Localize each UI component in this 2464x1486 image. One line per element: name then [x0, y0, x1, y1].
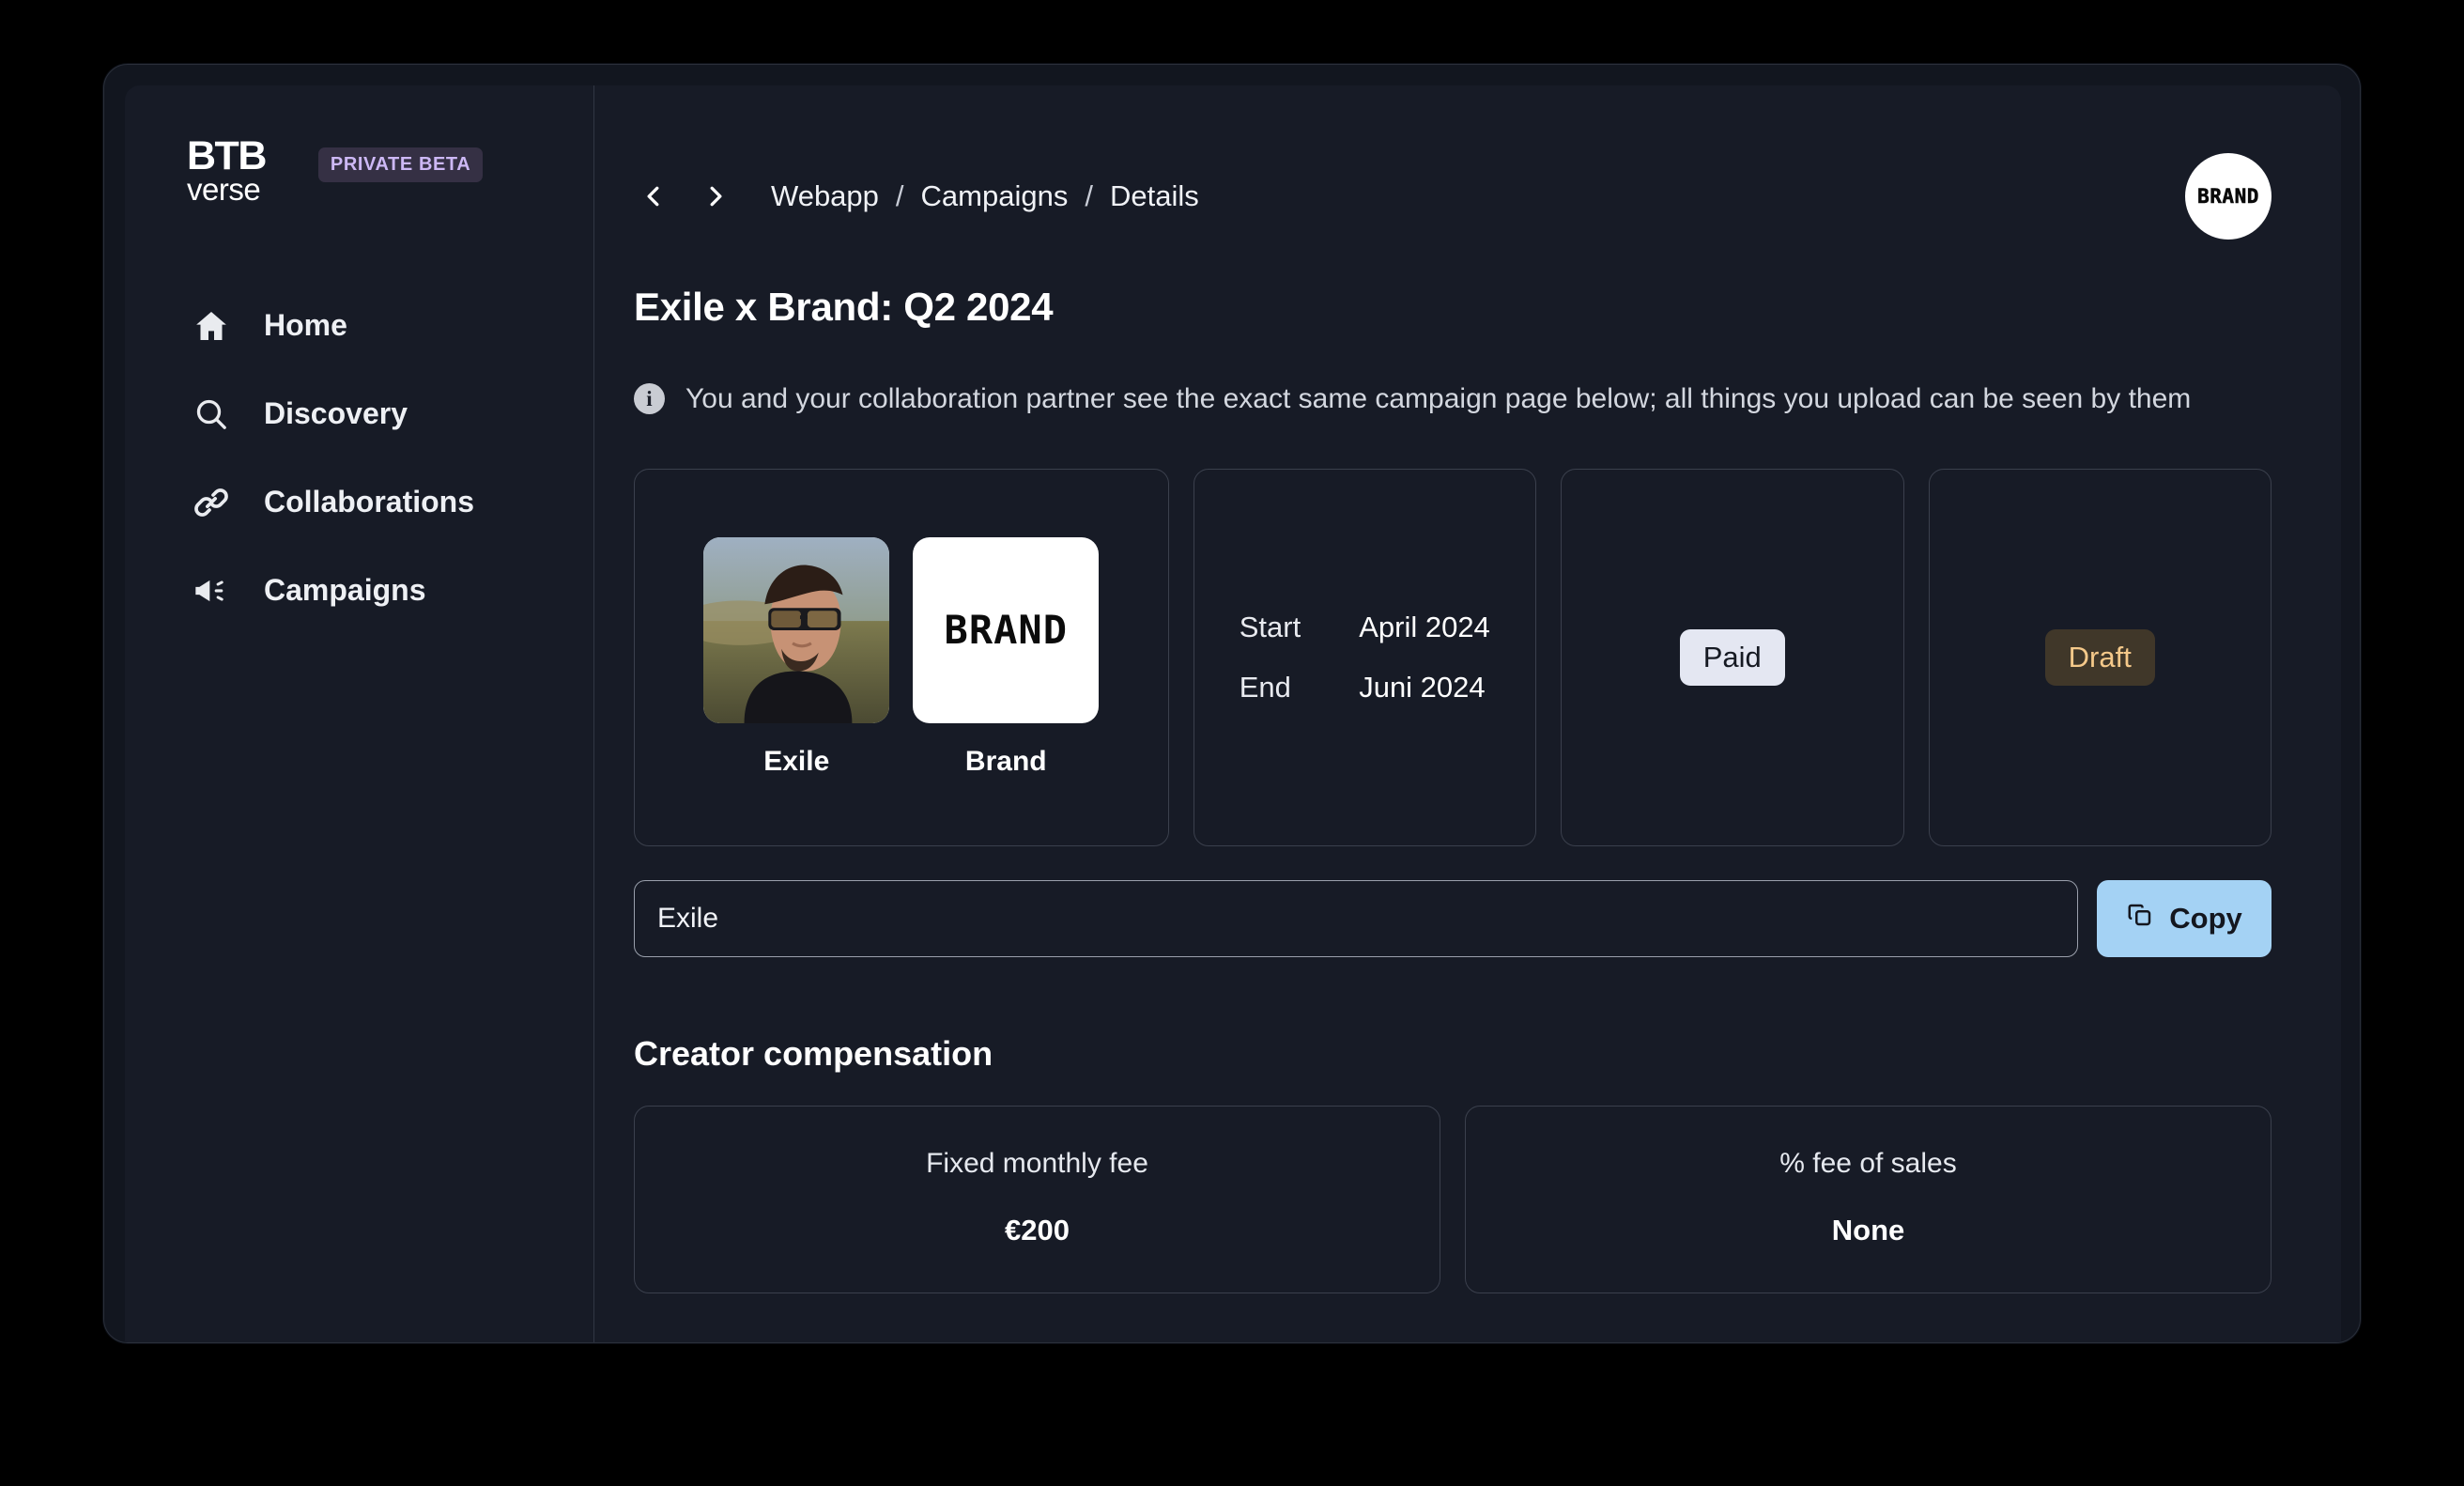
compensation-fixed-fee-card: Fixed monthly fee €200 — [634, 1105, 1440, 1293]
summary-cards: Exile BRAND Brand Start April 2024 End J… — [634, 468, 2272, 846]
info-banner-text: You and your collaboration partner see t… — [685, 383, 2192, 414]
info-banner: i You and your collaboration partner see… — [634, 379, 2272, 420]
logo-bottom-text: verse — [187, 171, 261, 207]
start-label: Start — [1239, 610, 1301, 643]
breadcrumb-item-details[interactable]: Details — [1110, 179, 1199, 213]
link-icon — [191, 482, 232, 523]
copy-button-label: Copy — [2169, 901, 2242, 935]
partners-card: Exile BRAND Brand — [634, 468, 1169, 846]
breadcrumb-item-campaigns[interactable]: Campaigns — [921, 179, 1069, 213]
avatar[interactable]: BRAND — [2185, 153, 2272, 240]
main-content: Webapp / Campaigns / Details BRAND Exile… — [594, 85, 2341, 1342]
sidebar-item-home[interactable]: Home — [125, 302, 593, 350]
dates-grid: Start April 2024 End Juni 2024 — [1240, 611, 1490, 704]
logo-top-text: BTB — [187, 133, 267, 178]
end-value: Juni 2024 — [1359, 670, 1486, 704]
sidebar-item-label: Collaborations — [264, 485, 475, 519]
partner-creator[interactable]: Exile — [703, 536, 890, 778]
share-input[interactable] — [634, 879, 2078, 957]
home-icon — [191, 305, 232, 347]
avatar-label: BRAND — [2197, 185, 2259, 209]
dates-card: Start April 2024 End Juni 2024 — [1193, 468, 1537, 846]
forward-chevron-icon[interactable] — [696, 177, 735, 216]
app-window: BTB verse PRIVATE BETA Home Discovery Co… — [125, 85, 2341, 1342]
breadcrumb-separator: / — [1085, 179, 1093, 212]
sidebar-item-label: Discovery — [264, 396, 408, 431]
search-icon — [191, 394, 232, 435]
creator-compensation-heading: Creator compensation — [634, 1033, 993, 1073]
partner-name: Brand — [964, 745, 1047, 777]
start-value: April 2024 — [1359, 610, 1490, 643]
compensation-label: % fee of sales — [1779, 1147, 1957, 1179]
breadcrumb: Webapp / Campaigns / Details — [771, 179, 1199, 213]
partner-list: Exile BRAND Brand — [703, 536, 1100, 778]
status-badge-paid: Paid — [1679, 628, 1785, 686]
sidebar-item-collaborations[interactable]: Collaborations — [125, 478, 593, 527]
brand-logo-text: BRAND — [944, 607, 1068, 653]
sidebar-item-discovery[interactable]: Discovery — [125, 390, 593, 439]
app-window-frame: BTB verse PRIVATE BETA Home Discovery Co… — [103, 64, 2361, 1343]
sidebar-item-campaigns[interactable]: Campaigns — [125, 566, 593, 615]
creator-portrait-photo — [703, 536, 890, 723]
sidebar-item-label: Home — [264, 308, 347, 343]
private-beta-badge: PRIVATE BETA — [317, 147, 484, 182]
breadcrumb-item-webapp[interactable]: Webapp — [771, 179, 879, 213]
copy-button[interactable]: Copy — [2097, 879, 2272, 957]
compensation-value: None — [1831, 1213, 1905, 1246]
breadcrumb-separator: / — [895, 179, 904, 212]
stage-status-card: Draft — [1928, 468, 2272, 846]
info-icon: i — [634, 383, 665, 415]
page-body: Exile x Brand: Q2 2024 i You and your co… — [594, 285, 2341, 1293]
back-chevron-icon[interactable] — [634, 177, 673, 216]
partner-name: Exile — [763, 745, 830, 777]
share-link-row: Copy — [634, 879, 2272, 957]
page-title: Exile x Brand: Q2 2024 — [634, 285, 1054, 329]
brand-logo: BRAND — [913, 536, 1100, 723]
sidebar-item-label: Campaigns — [264, 573, 426, 608]
sidebar-header: BTB verse PRIVATE BETA — [125, 119, 593, 207]
sidebar-nav: Home Discovery Collaborations Campaigns — [125, 302, 593, 615]
copy-icon — [2126, 901, 2154, 936]
partner-brand[interactable]: BRAND Brand — [913, 536, 1100, 778]
compensation-cards: Fixed monthly fee €200 % fee of sales No… — [634, 1105, 2272, 1293]
sidebar: BTB verse PRIVATE BETA Home Discovery Co… — [125, 85, 594, 1342]
top-bar: Webapp / Campaigns / Details BRAND — [594, 85, 2341, 240]
history-nav — [634, 177, 735, 216]
compensation-value: €200 — [1005, 1213, 1070, 1246]
status-badge-draft: Draft — [2044, 628, 2155, 686]
payment-status-card: Paid — [1561, 468, 1904, 846]
compensation-label: Fixed monthly fee — [926, 1147, 1148, 1179]
megaphone-icon — [191, 570, 232, 611]
compensation-sales-fee-card: % fee of sales None — [1465, 1105, 2272, 1293]
end-label: End — [1239, 670, 1291, 704]
app-logo[interactable]: BTB verse — [187, 133, 267, 207]
